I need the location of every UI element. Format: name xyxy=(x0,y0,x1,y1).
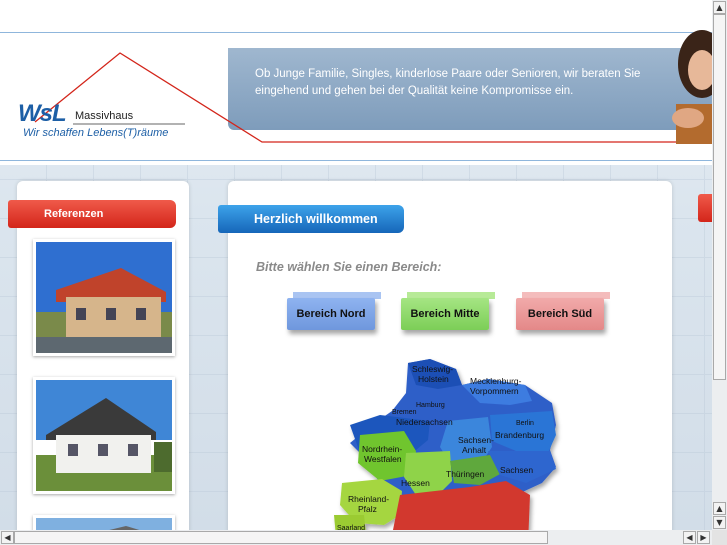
map-label-schleswig-holstein: Schleswig-Holstein xyxy=(412,364,453,384)
reference-house-thumbnail[interactable] xyxy=(33,239,175,356)
map-label-hamburg: Hamburg xyxy=(416,402,445,409)
reference-house-thumbnail[interactable] xyxy=(33,515,175,530)
region-nord-button[interactable]: Bereich Nord xyxy=(287,292,383,330)
region-mitte-button[interactable]: Bereich Mitte xyxy=(401,292,497,330)
map-label-brandenburg: Brandenburg xyxy=(495,430,544,440)
region-mitte-label: Bereich Mitte xyxy=(410,308,480,320)
scroll-up-arrow-icon[interactable]: ▲ xyxy=(713,1,726,14)
roof-outline xyxy=(34,52,712,143)
logo-wsl: WsL xyxy=(18,100,67,127)
right-panel-tab[interactable] xyxy=(698,194,712,222)
reference-house-thumbnail[interactable] xyxy=(33,377,175,494)
logo-slogan: Wir schaffen Lebens(T)räume xyxy=(23,127,169,139)
map-label-hessen: Hessen xyxy=(401,478,430,488)
scrollbar-corner xyxy=(712,530,727,545)
germany-region-map[interactable]: Schleswig-Holstein Mecklenburg-Vorpommer… xyxy=(320,355,580,530)
scroll-right-arrow-icon[interactable]: ▶ xyxy=(697,531,710,544)
scroll-left-arrow-icon[interactable]: ◀ xyxy=(1,531,14,544)
map-label-thueringen: Thüringen xyxy=(446,469,485,479)
region-sued-label: Bereich Süd xyxy=(527,308,593,320)
map-label-berlin: Berlin xyxy=(516,420,534,427)
header-portrait-photo xyxy=(668,26,712,144)
logo-massivhaus: Massivhaus xyxy=(75,110,134,122)
header: Ob Junge Familie, Singles, kinderlose Pa… xyxy=(0,0,712,165)
logo[interactable]: WsL Massivhaus Wir schaffen Lebens(T)räu… xyxy=(18,100,168,139)
welcome-tab: Herzlich willkommen xyxy=(218,205,404,233)
map-label-mecklenburg-vorpommern: Mecklenburg-Vorpommern xyxy=(470,376,522,396)
choose-region-text: Bitte wählen Sie einen Bereich: xyxy=(256,260,442,274)
horizontal-scroll-thumb[interactable] xyxy=(14,531,548,544)
map-label-niedersachsen: Niedersachsen xyxy=(396,417,453,427)
map-label-bremen: Bremen xyxy=(392,409,417,416)
region-sued-button[interactable]: Bereich Süd xyxy=(516,292,612,330)
region-nord-label: Bereich Nord xyxy=(296,308,366,320)
page: Ob Junge Familie, Singles, kinderlose Pa… xyxy=(0,0,712,530)
scroll-left-arrow-icon[interactable]: ◀ xyxy=(683,531,696,544)
referenzen-tab[interactable]: Referenzen xyxy=(8,200,176,228)
vertical-scroll-thumb[interactable] xyxy=(713,14,726,380)
map-label-sachsen: Sachsen xyxy=(500,465,533,475)
map-label-nordrhein-westfalen: Nordrhein-Westfalen xyxy=(362,444,402,464)
scroll-up-arrow-icon[interactable]: ▲ xyxy=(713,502,726,515)
scroll-down-arrow-icon[interactable]: ▼ xyxy=(713,516,726,529)
